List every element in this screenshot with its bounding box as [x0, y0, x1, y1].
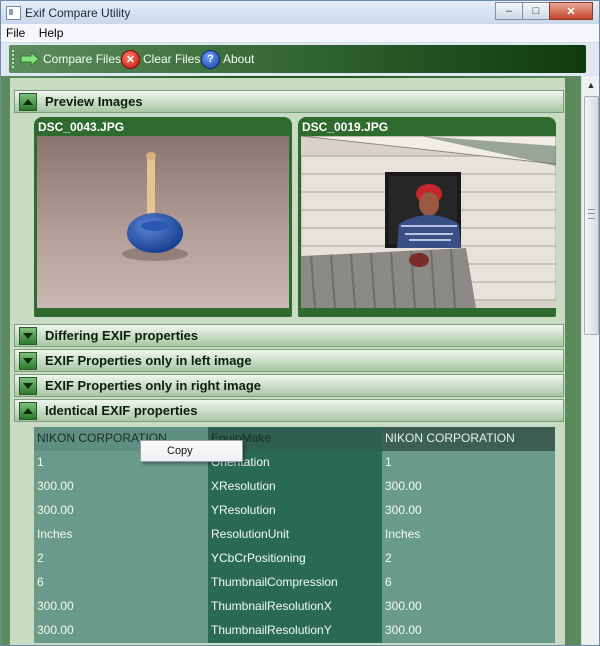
preview-image-right: [301, 136, 556, 308]
right-value-cell[interactable]: 6: [382, 571, 555, 595]
vertical-scrollbar[interactable]: ▲: [581, 76, 599, 645]
toolbar-grip[interactable]: [12, 50, 16, 68]
right-value-cell[interactable]: NIKON CORPORATION: [382, 427, 555, 451]
table-row[interactable]: 300.00 XResolution 300.00: [34, 475, 555, 499]
window-controls: – □ ✕: [495, 2, 593, 20]
close-button[interactable]: ✕: [549, 2, 593, 20]
property-name-cell[interactable]: ThumbnailCompression: [208, 571, 382, 595]
left-value-cell[interactable]: 300.00: [34, 499, 208, 523]
left-value-cell[interactable]: 300.00: [34, 619, 208, 643]
window-title: Exif Compare Utility: [25, 6, 131, 20]
property-name-cell[interactable]: ThumbnailResolutionX: [208, 595, 382, 619]
maximize-button[interactable]: □: [522, 2, 550, 20]
right-value-cell[interactable]: 300.00: [382, 499, 555, 523]
section-differing-exif[interactable]: Differing EXIF properties: [14, 324, 564, 347]
expand-icon[interactable]: [19, 351, 37, 370]
preview-card-left: DSC_0043.JPG: [34, 117, 292, 317]
section-right-only-exif[interactable]: EXIF Properties only in right image: [14, 374, 564, 397]
left-value-cell[interactable]: 300.00: [34, 475, 208, 499]
right-value-cell[interactable]: 300.00: [382, 475, 555, 499]
preview-image-left: [37, 136, 289, 308]
about-label: About: [223, 52, 255, 66]
scroll-up-arrow-icon[interactable]: ▲: [582, 76, 599, 93]
title-bar[interactable]: Exif Compare Utility – □ ✕: [1, 1, 599, 24]
property-name-cell[interactable]: YCbCrPositioning: [208, 547, 382, 571]
compare-files-label: Compare Files: [43, 52, 122, 66]
menu-help[interactable]: Help: [34, 24, 69, 42]
table-row[interactable]: NIKON CORPORATION EquipMake NIKON CORPOR…: [34, 427, 555, 451]
about-button[interactable]: ? About: [201, 49, 255, 69]
table-row[interactable]: 6 ThumbnailCompression 6: [34, 571, 555, 595]
collapse-icon[interactable]: [19, 92, 37, 111]
table-row[interactable]: 1 Orientation 1: [34, 451, 555, 475]
section-identical-label: Identical EXIF properties: [45, 403, 198, 418]
left-value-cell[interactable]: 2: [34, 547, 208, 571]
red-x-icon: ✕: [121, 49, 140, 69]
section-identical-exif[interactable]: Identical EXIF properties: [14, 399, 564, 422]
left-value-cell[interactable]: Inches: [34, 523, 208, 547]
compare-files-button[interactable]: Compare Files: [20, 50, 121, 68]
section-left-only-exif[interactable]: EXIF Properties only in left image: [14, 349, 564, 372]
expand-icon[interactable]: [19, 376, 37, 395]
preview-filename-right: DSC_0019.JPG: [302, 120, 389, 134]
minimize-button[interactable]: –: [495, 2, 523, 20]
menu-bar: File Help: [1, 24, 599, 43]
table-row[interactable]: 2 YCbCrPositioning 2: [34, 547, 555, 571]
table-row[interactable]: 300.00 YResolution 300.00: [34, 499, 555, 523]
right-value-cell[interactable]: 2: [382, 547, 555, 571]
right-value-cell[interactable]: 300.00: [382, 619, 555, 643]
context-menu: Copy: [140, 440, 243, 462]
clear-files-button[interactable]: ✕ Clear Files: [121, 49, 201, 69]
expand-icon[interactable]: [19, 326, 37, 345]
identical-exif-table: NIKON CORPORATION EquipMake NIKON CORPOR…: [34, 427, 555, 643]
property-name-cell[interactable]: ResolutionUnit: [208, 523, 382, 547]
menu-file[interactable]: File: [1, 24, 30, 42]
right-value-cell[interactable]: Inches: [382, 523, 555, 547]
scrollbar-thumb[interactable]: [584, 96, 599, 335]
table-row[interactable]: Inches ResolutionUnit Inches: [34, 523, 555, 547]
context-menu-copy[interactable]: Copy: [167, 445, 193, 457]
table-row[interactable]: 300.00 ThumbnailResolutionY 300.00: [34, 619, 555, 643]
section-preview-images[interactable]: Preview Images: [14, 90, 564, 113]
clear-files-label: Clear Files: [143, 52, 201, 66]
green-arrow-icon: [20, 52, 40, 66]
blue-question-icon: ?: [201, 49, 220, 69]
app-window: Exif Compare Utility – □ ✕ File Help Com…: [0, 0, 600, 646]
toolbar: Compare Files ✕ Clear Files ? About: [9, 45, 586, 73]
table-row[interactable]: 300.00 ThumbnailResolutionX 300.00: [34, 595, 555, 619]
collapse-icon[interactable]: [19, 401, 37, 420]
property-name-cell[interactable]: ThumbnailResolutionY: [208, 619, 382, 643]
section-preview-label: Preview Images: [45, 94, 143, 109]
scrollbar-grip-icon: [588, 209, 595, 219]
section-right-only-label: EXIF Properties only in right image: [45, 378, 261, 393]
preview-card-right: DSC_0019.JPG: [298, 117, 556, 317]
right-value-cell[interactable]: 1: [382, 451, 555, 475]
section-left-only-label: EXIF Properties only in left image: [45, 353, 252, 368]
property-name-cell[interactable]: YResolution: [208, 499, 382, 523]
right-value-cell[interactable]: 300.00: [382, 595, 555, 619]
left-value-cell[interactable]: 6: [34, 571, 208, 595]
property-name-cell[interactable]: XResolution: [208, 475, 382, 499]
section-differing-label: Differing EXIF properties: [45, 328, 199, 343]
app-icon: [6, 6, 21, 20]
left-value-cell[interactable]: 300.00: [34, 595, 208, 619]
preview-filename-left: DSC_0043.JPG: [38, 120, 125, 134]
